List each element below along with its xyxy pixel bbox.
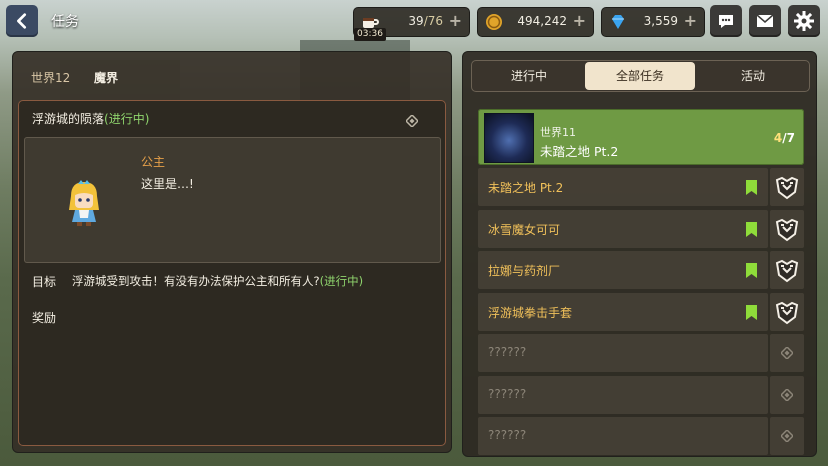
add-stamina-icon[interactable]: + (449, 11, 462, 30)
meso-value: 494,242 (517, 14, 567, 28)
quest-detail-panel: 世界12 魔界 浮游城的陨落(进行中) 公主 这里是…! 目标 浮游城受到攻击！… (12, 51, 452, 453)
quest-row[interactable]: ?????? (478, 417, 768, 455)
back-button[interactable] (6, 5, 38, 37)
goal-label: 目标 (32, 275, 57, 289)
diamond-icon[interactable] (406, 115, 418, 127)
quest-box: 浮游城的陨落(进行中) 公主 这里是…! 目标 浮游城受到攻击！有没有办法保护公… (18, 100, 446, 446)
coin-icon (486, 14, 502, 30)
quest-row-name: 拉娜与药剂厂 (488, 264, 561, 278)
bookmark-icon[interactable] (746, 221, 757, 237)
quest-emblem-button[interactable] (770, 209, 804, 248)
quest-location: 世界12 魔界 (13, 52, 451, 96)
gem-value: 3,559 (643, 14, 678, 28)
quest-row-name: ?????? (488, 428, 527, 442)
gem-counter[interactable]: 3,559 + (601, 7, 705, 37)
chapter-name: 未踏之地 Pt.2 (540, 144, 619, 159)
speaker-name: 公主 (141, 155, 166, 169)
quest-row-name: 浮游城拳击手套 (488, 305, 573, 320)
stamina-timer: 03:36 (354, 28, 386, 41)
gem-icon (612, 15, 624, 29)
world-label: 世界12 (31, 71, 71, 85)
add-gem-icon[interactable]: + (684, 11, 697, 30)
quest-row[interactable]: 冰雪魔女可可 (478, 209, 768, 248)
dialogue-text: 这里是…! (141, 177, 194, 191)
gear-icon (794, 11, 814, 31)
stamina-value: 39/76 (408, 14, 443, 28)
chat-button[interactable] (710, 5, 742, 37)
mail-button[interactable] (749, 5, 781, 37)
tab-in-progress[interactable]: 进行中 (474, 61, 584, 91)
chat-icon (719, 15, 733, 28)
back-arrow-icon (17, 13, 27, 29)
bookmark-icon[interactable] (746, 180, 757, 195)
meso-counter[interactable]: 494,242 + (477, 7, 594, 37)
goal-text: 浮游城受到攻击！有没有办法保护公主和所有人?(进行中) (72, 274, 364, 288)
quest-row-name: ?????? (488, 386, 527, 401)
quest-row[interactable]: ?????? (478, 375, 768, 414)
world-name: 世界11 (540, 126, 576, 139)
shield-emblem-icon (775, 301, 799, 324)
quest-locked-button[interactable] (770, 417, 804, 455)
map-label: 魔界 (94, 71, 119, 85)
shield-emblem-icon (775, 259, 799, 283)
tab-all-quests[interactable]: 全部任务 (585, 62, 695, 90)
add-meso-icon[interactable]: + (573, 11, 586, 30)
diamond-icon (781, 430, 793, 442)
world-progress-count: 4/7 (773, 131, 795, 145)
quest-row-name: 冰雪魔女可可 (488, 222, 561, 237)
quest-row[interactable]: ?????? (478, 334, 768, 372)
quest-row[interactable]: 浮游城拳击手套 (478, 292, 768, 331)
bookmark-icon[interactable] (746, 263, 757, 278)
shield-emblem-icon (775, 218, 799, 241)
quest-list-panel: 进行中 全部任务 活动 世界11 未踏之地 Pt.2 4/7 未踏之地 Pt.2… (462, 51, 817, 457)
quest-row-name: 未踏之地 Pt.2 (488, 181, 564, 195)
quest-emblem-button[interactable] (770, 251, 804, 289)
diamond-icon (781, 347, 793, 359)
princess-portrait-icon (69, 180, 99, 226)
quest-row-name: ?????? (488, 345, 527, 359)
quest-row[interactable]: 拉娜与药剂厂 (478, 251, 768, 289)
bookmark-icon[interactable] (746, 304, 757, 320)
settings-button[interactable] (788, 5, 820, 37)
page-title: 任务 (51, 14, 79, 30)
quest-tabs: 进行中 全部任务 活动 (471, 60, 810, 92)
quest-emblem-button[interactable] (770, 292, 804, 331)
diamond-icon (781, 388, 793, 401)
tab-events[interactable]: 活动 (698, 61, 808, 91)
shield-emblem-icon (775, 176, 799, 200)
quest-locked-button[interactable] (770, 334, 804, 372)
reward-label: 奖励 (32, 311, 57, 325)
quest-locked-button[interactable] (770, 375, 804, 414)
quest-emblem-button[interactable] (770, 168, 804, 206)
dialogue-box: 公主 这里是…! (24, 137, 441, 263)
world-progress-card[interactable]: 世界11 未踏之地 Pt.2 4/7 (478, 109, 804, 165)
quest-row[interactable]: 未踏之地 Pt.2 (478, 168, 768, 206)
mail-icon (756, 14, 774, 27)
quest-title: 浮游城的陨落(进行中) (32, 112, 150, 126)
world-thumbnail (484, 113, 534, 163)
